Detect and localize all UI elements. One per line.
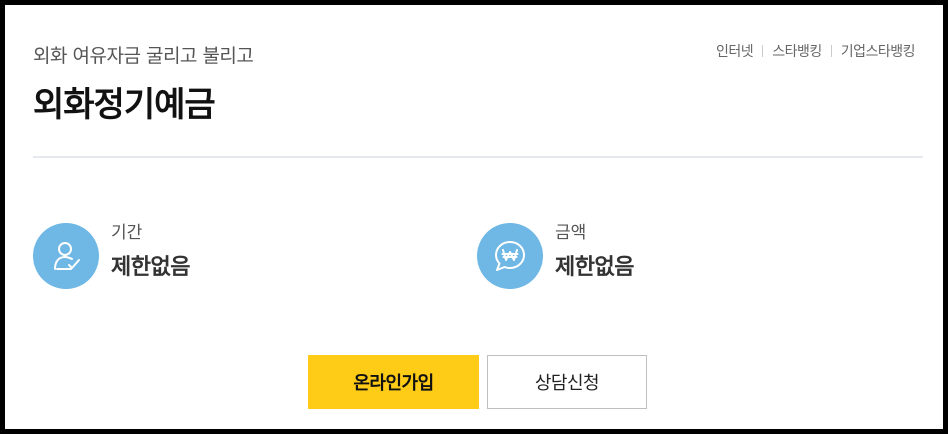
product-title: 외화정기예금 (33, 85, 216, 125)
header-divider (33, 156, 923, 158)
period-value: 제한없음 (111, 255, 190, 280)
channel-internet: 인터넷 (716, 44, 754, 60)
period-label: 기간 (111, 223, 143, 243)
product-card: 외화 여유자금 굴리고 불리고 외화정기예금 인터넷 스타뱅킹 기업스타뱅킹 기… (0, 0, 948, 434)
channel-starbanking: 스타뱅킹 (772, 44, 822, 60)
won-speech-bubble-icon (477, 223, 543, 289)
channel-separator (830, 45, 832, 57)
person-check-icon (33, 223, 99, 289)
amount-label: 금액 (555, 223, 587, 243)
amount-value: 제한없음 (555, 255, 634, 280)
channel-corporate-starbanking: 기업스타뱅킹 (840, 44, 916, 60)
amount-info: 금액 제한없음 (477, 223, 634, 289)
online-join-button[interactable]: 온라인가입 (308, 355, 479, 409)
product-subtitle: 외화 여유자금 굴리고 불리고 (33, 45, 254, 67)
channel-list: 인터넷 스타뱅킹 기업스타뱅킹 (716, 41, 915, 61)
consult-request-button[interactable]: 상담신청 (487, 355, 647, 409)
period-info: 기간 제한없음 (33, 223, 190, 289)
channel-separator (762, 45, 764, 57)
